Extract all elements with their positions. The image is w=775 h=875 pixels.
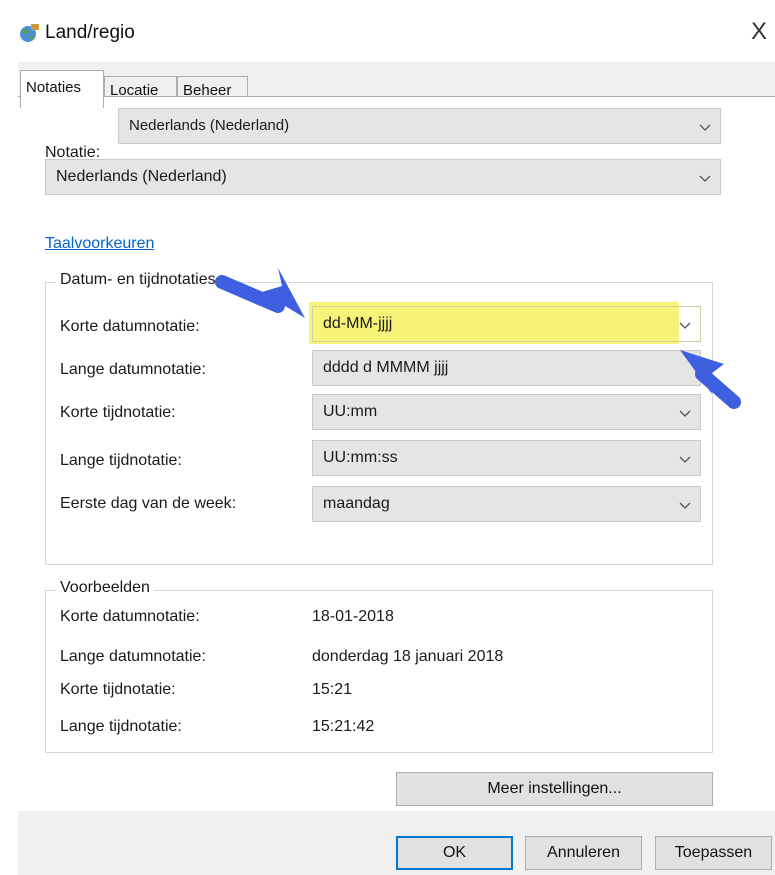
tab-notaties[interactable]: Notaties xyxy=(20,70,104,108)
annotation-arrow-right xyxy=(680,350,741,409)
